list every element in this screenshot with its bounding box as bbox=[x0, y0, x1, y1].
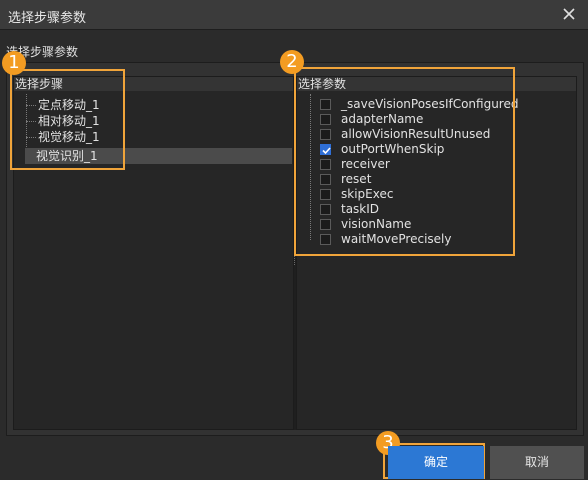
step-badge-1: 1 bbox=[2, 51, 26, 75]
ok-button[interactable]: 确定 bbox=[388, 446, 484, 479]
title-bar: 选择步骤参数 bbox=[0, 0, 588, 30]
highlight-box-steps bbox=[10, 69, 125, 170]
step-badge-2: 2 bbox=[280, 50, 304, 74]
window-title: 选择步骤参数 bbox=[8, 11, 87, 26]
close-icon[interactable] bbox=[558, 3, 580, 25]
highlight-box-params bbox=[294, 67, 515, 256]
cancel-button[interactable]: 取消 bbox=[490, 446, 584, 479]
